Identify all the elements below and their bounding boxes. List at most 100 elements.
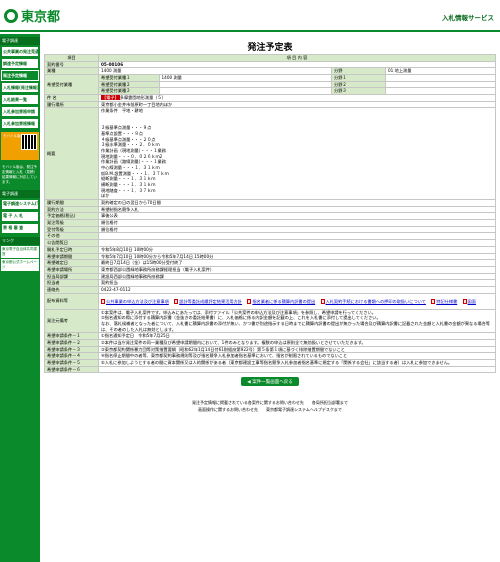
col-item-header: 項目 bbox=[44, 54, 99, 62]
kibou-cell: 希望受付業種３ bbox=[98, 87, 332, 96]
jouken-value: ④指名停止期間中の者等、東京都契約事務規則等及び指名競争入札参加者指名基準におい… bbox=[98, 352, 496, 361]
row-label: 希望申請条件－１ bbox=[44, 332, 99, 341]
jouken-value: ②本件は当庁発注案件の同一業種及び希望申請期間内において、1件のみとなります。複… bbox=[98, 339, 496, 347]
sidebar-item-bid-info[interactable]: 入札情報(発注情報) bbox=[1, 82, 39, 93]
file-link-drawings[interactable]: 図面 bbox=[468, 299, 476, 304]
row-label: 受付等級 bbox=[44, 225, 99, 234]
shinsei-value: 令和5年7月10日 10時00分から令和5年7月14日 15時00分 bbox=[98, 252, 496, 261]
sidebar-item-procurement-plan[interactable]: 調達予定情報 bbox=[1, 58, 39, 69]
qualification-button[interactable]: 資 格 審 査 bbox=[1, 222, 39, 234]
row-label: 希望申請条件－２ bbox=[44, 339, 99, 347]
sidebar-item-outlook[interactable]: 公共事業の発注見通し bbox=[1, 46, 39, 57]
shinsei-place-value: 東京都西部公園緑地事務所庶務課経理担当（電子入札案件） bbox=[98, 265, 496, 274]
sidebar-item-qualification-info[interactable]: 入札参加資格情報 bbox=[1, 118, 39, 129]
kessai-value: 最終日7月14日（金）は15時00分受付終了 bbox=[98, 259, 496, 267]
kibou-cell: 希望受付業種１ 1400 測量 bbox=[98, 74, 332, 82]
row-label: 担当者 bbox=[44, 279, 99, 287]
gyoshu-value: 1400 測量 bbox=[98, 67, 332, 75]
bunya-value bbox=[385, 74, 496, 82]
kenmei-cell: 【電子】多摩霊園地形測量（５） bbox=[98, 94, 496, 102]
file-link-evaluation[interactable]: 設計等委託成績評定結果活用方針 bbox=[179, 299, 242, 304]
file-link-estimate[interactable]: 指名業者に係る積算内訳書の提出 bbox=[252, 299, 315, 304]
gaiyo-value: 作業条件 平地・耕地 ３級基準点測量・・・９点 基準点設置・・・９点 ４級基準点… bbox=[98, 107, 496, 201]
bunya-value bbox=[385, 80, 496, 89]
uketsuke-value: 順位格付 bbox=[98, 225, 496, 234]
system-top-button[interactable]: 電子調達システム(TOP) bbox=[1, 198, 39, 210]
file-link-specifications[interactable]: 特記仕様書 bbox=[436, 299, 457, 304]
jouken-value: ①指名通知予定日 令和5年7月25日 bbox=[98, 332, 496, 341]
row-label: その他 bbox=[44, 232, 99, 241]
tokyo-emblem-icon bbox=[4, 8, 18, 23]
link-tokyo-official[interactable]: 東京都公式ホームページ bbox=[1, 258, 39, 271]
yotei-value: 事後公表 bbox=[98, 212, 496, 221]
row-label: 希望申請条件－５ bbox=[44, 359, 99, 367]
tokyo-logo[interactable]: 東京都 bbox=[4, 6, 60, 25]
row-label: 予定価格(税込) bbox=[44, 212, 99, 221]
kibou-value: 1400 測量 bbox=[158, 75, 331, 81]
row-label: 発注等級 bbox=[44, 219, 99, 227]
sidebar-section-title-2: 電子調達 bbox=[0, 189, 40, 198]
row-label: 配布資料等 bbox=[44, 292, 99, 310]
hoho-value: 希望制指名競争入札 bbox=[98, 205, 496, 214]
kaisatsu-value: 令和5年8月10日 10時00分 bbox=[98, 245, 496, 254]
row-label: 契約番号 bbox=[44, 60, 99, 69]
order-plan-table: 項目項 目 内 容 契約番号 05-00106 業種 1400 測量 分野 01 地上測… bbox=[44, 54, 496, 374]
row-label: 分野３ bbox=[331, 87, 386, 96]
logo-text: 東京都 bbox=[21, 10, 61, 25]
mobile-banner[interactable]: モバイル版はこちら bbox=[1, 132, 39, 160]
row-label: 担当局部課 bbox=[44, 272, 99, 281]
kibou-value bbox=[158, 88, 331, 95]
row-label: 希望受付業種３ bbox=[99, 88, 159, 95]
row-label: 希望受付業種２ bbox=[99, 81, 159, 88]
kibou-cell: 希望受付業種２ bbox=[98, 80, 332, 89]
tantosha-value: 契約担当 bbox=[98, 279, 496, 287]
row-label: 希望確定日 bbox=[44, 259, 99, 267]
sidebar-item-bid-results[interactable]: 入札結果一覧 bbox=[1, 94, 39, 105]
row-label: 分野１ bbox=[331, 74, 386, 82]
pdf-file-icon bbox=[431, 299, 436, 305]
pdf-file-icon bbox=[462, 299, 467, 305]
row-label: 件 名 bbox=[44, 94, 99, 102]
row-label: 連絡先 bbox=[44, 285, 99, 294]
row-label: 発注元備考 bbox=[44, 308, 99, 334]
footer: 発注予定情報に掲載されている各案件に関するお問い合わせ先 各局所担当部署まで 画… bbox=[44, 400, 496, 413]
row-label: 希望受付業種 bbox=[44, 74, 99, 96]
jouken-value: ⑤入札に参加しようとする者の間に資本関係又は人的関係がある者（東京都建設工事等指… bbox=[98, 359, 496, 367]
link-joint-operation[interactable]: 東京電子自治体共同運営 bbox=[1, 245, 39, 258]
row-label: 履行期間 bbox=[44, 199, 99, 207]
row-label: 分野２ bbox=[331, 80, 386, 89]
row-label: 概要 bbox=[44, 107, 99, 201]
row-label: 履行場所 bbox=[44, 100, 99, 109]
kikan-value: 契約確定の日の翌日から70日間 bbox=[98, 199, 496, 207]
notes-value: ①本案件は、電子入札案件です。申込みにあたっては、添付ファイル「公共案件の申込方… bbox=[98, 308, 496, 334]
contract-number: 05-00106 bbox=[98, 60, 496, 69]
row-label: 希望申請条件－４ bbox=[44, 352, 99, 361]
main-content: 発注予定表 項目項 目 内 容 契約番号 05-00106 業種 1400 測量 分野… bbox=[44, 34, 496, 562]
row-label: 契約方法 bbox=[44, 205, 99, 214]
pdf-file-icon bbox=[101, 299, 105, 305]
sidebar-item-order-plan[interactable]: 発注予定情報 bbox=[1, 70, 39, 81]
row-label: 希望申請条件－３ bbox=[44, 345, 99, 354]
bunya-value: 01 地上測量 bbox=[385, 67, 496, 75]
kibou-value bbox=[158, 81, 331, 88]
jouken-value bbox=[98, 365, 496, 374]
place-value: 東京都小金井市前原町一丁目地内ほか bbox=[98, 100, 496, 109]
row-label: 業種 bbox=[44, 67, 99, 75]
electronic-badge: 【電子】 bbox=[101, 95, 120, 101]
bunya-value bbox=[385, 87, 496, 96]
sidebar-section-title: 電子調達 bbox=[0, 37, 40, 45]
e-bidding-button[interactable]: 電 子 入 札 bbox=[1, 210, 39, 222]
file-link-seal[interactable]: 入札契約手続における書類への押印の取扱いについて bbox=[326, 299, 426, 304]
row-label: 分野 bbox=[331, 67, 386, 75]
sidebar-item-qualification-apply[interactable]: 入札参加資格申請 bbox=[1, 106, 39, 117]
row-label: 希望申請期間 bbox=[44, 252, 99, 261]
file-link-application[interactable]: 公共事業の申込方法及び注意事項 bbox=[106, 299, 169, 304]
other-value bbox=[98, 232, 496, 241]
page-title: 発注予定表 bbox=[247, 43, 293, 53]
back-to-list-label: 案件一覧画面へ戻る bbox=[252, 379, 293, 385]
back-to-list-button[interactable]: ◀ 案件一覧画面へ戻る bbox=[241, 377, 299, 387]
kenmei-value: 多摩霊園地形測量（５） bbox=[119, 95, 166, 101]
hacchu-value: 順位格付 bbox=[98, 219, 496, 227]
pdf-file-icon bbox=[174, 299, 179, 305]
mobile-note: モバイル版は、発注予定情報と入札（見積）結果情報に対応しています。 bbox=[2, 165, 37, 184]
